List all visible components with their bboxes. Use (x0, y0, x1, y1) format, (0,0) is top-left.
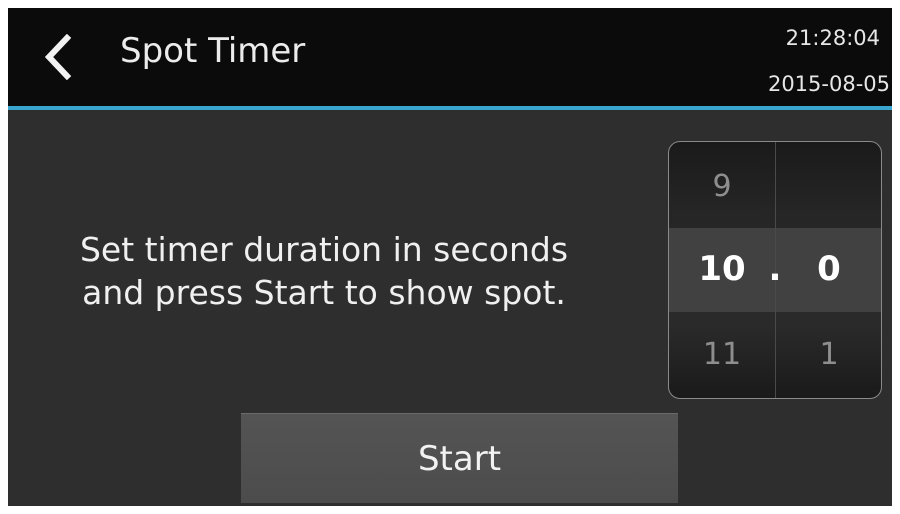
decimal-separator: . (768, 249, 782, 289)
instruction-text: Set timer duration in seconds and press … (8, 228, 640, 314)
seconds-current-value[interactable]: 10 (669, 252, 775, 286)
tenths-current-value[interactable]: 0 (776, 252, 881, 286)
seconds-wheel[interactable]: 9 10 11 (669, 142, 775, 398)
tenths-wheel[interactable]: 0 1 (775, 142, 881, 398)
clock-date: 2015-08-05 (767, 72, 890, 96)
page-title: Spot Timer (120, 31, 306, 71)
tenths-next-value[interactable]: 1 (776, 340, 881, 370)
seconds-prev-value[interactable]: 9 (669, 172, 775, 202)
duration-picker[interactable]: 9 10 11 0 1 . (668, 141, 882, 399)
clock-time: 21:28:04 (785, 26, 880, 50)
chevron-left-icon (44, 34, 72, 80)
instruction-line-2: and press Start to show spot. (82, 273, 566, 312)
start-button-label: Start (417, 438, 502, 479)
back-button[interactable] (28, 22, 88, 92)
header-bar: Spot Timer 21:28:04 2015-08-05 (8, 8, 892, 106)
spot-timer-screen: Spot Timer 21:28:04 2015-08-05 Set timer… (8, 8, 892, 506)
header-accent-line (8, 106, 892, 110)
start-button[interactable]: Start (241, 413, 678, 503)
instruction-line-1: Set timer duration in seconds (79, 230, 569, 269)
seconds-next-value[interactable]: 11 (669, 340, 775, 370)
